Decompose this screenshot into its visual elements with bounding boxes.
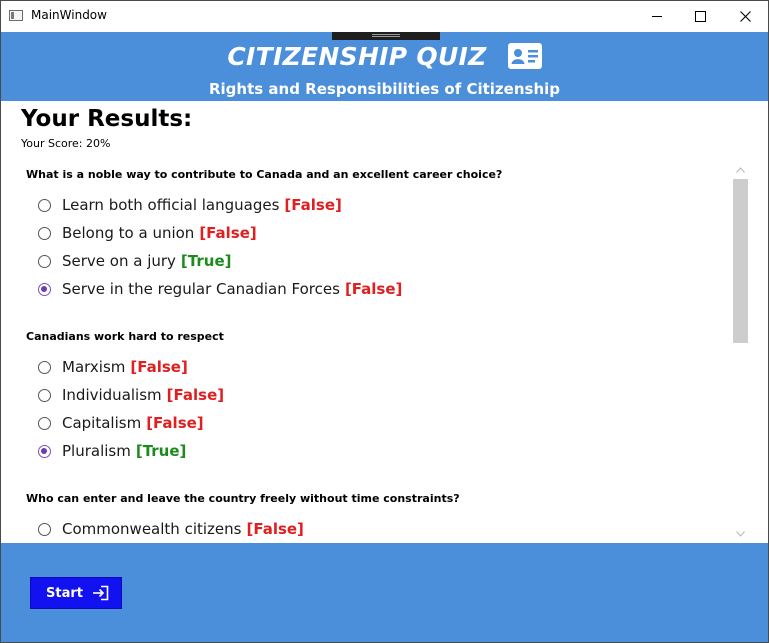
question-gap bbox=[19, 507, 751, 515]
answer-label: Capitalism bbox=[62, 414, 142, 432]
maximize-button[interactable] bbox=[677, 1, 723, 32]
close-button[interactable] bbox=[722, 1, 768, 32]
result-false-badge: [False] bbox=[344, 280, 403, 298]
radio-button-selected[interactable] bbox=[38, 444, 51, 458]
radio-button[interactable] bbox=[38, 522, 51, 536]
radio-button[interactable] bbox=[38, 254, 51, 268]
answer-label: Serve on a jury bbox=[62, 252, 176, 270]
results-heading: Your Results: bbox=[21, 106, 193, 132]
answer-option[interactable]: Pluralism [True] bbox=[19, 437, 751, 465]
questions-scroll-area[interactable]: What is a noble way to contribute to Can… bbox=[19, 161, 751, 542]
window-title: MainWindow bbox=[31, 8, 107, 22]
minimize-button[interactable] bbox=[634, 1, 680, 32]
question-gap bbox=[19, 183, 751, 191]
question-spacer bbox=[19, 309, 751, 323]
answer-option[interactable]: Learn both official languages [False] bbox=[19, 191, 751, 219]
vertical-scrollbar[interactable] bbox=[732, 161, 749, 542]
result-true-badge: [True] bbox=[180, 252, 232, 270]
quiz-subtitle: Rights and Responsibilities of Citizensh… bbox=[208, 80, 560, 98]
answer-label: Belong to a union bbox=[62, 224, 195, 242]
result-false-badge: [False] bbox=[130, 358, 188, 376]
question-gap bbox=[19, 345, 751, 353]
answer-option[interactable]: Belong to a union [False] bbox=[19, 219, 751, 247]
radio-button-selected[interactable] bbox=[38, 282, 51, 296]
radio-button[interactable] bbox=[38, 226, 51, 240]
result-false-badge: [False] bbox=[166, 386, 225, 404]
answer-option[interactable]: Serve in the regular Canadian Forces [Fal… bbox=[19, 275, 751, 303]
drag-handle[interactable] bbox=[332, 32, 440, 40]
radio-button[interactable] bbox=[38, 360, 51, 374]
radio-button[interactable] bbox=[38, 416, 51, 430]
id-card-icon bbox=[507, 43, 542, 69]
minimize-icon bbox=[651, 16, 662, 17]
question-block: Canadians work hard to respect Marxism [Fa… bbox=[19, 309, 751, 465]
scrollbar-thumb[interactable] bbox=[733, 179, 748, 343]
question-text: What is a noble way to contribute to Can… bbox=[26, 168, 503, 181]
radio-button[interactable] bbox=[38, 198, 51, 212]
question-list: What is a noble way to contribute to Can… bbox=[19, 161, 751, 542]
answer-label: Learn both official languages bbox=[62, 196, 280, 214]
radio-button[interactable] bbox=[38, 388, 51, 402]
main-window: MainWindow CITIZENSHIP QUIZ Rights and R… bbox=[0, 0, 769, 643]
close-icon bbox=[739, 11, 751, 22]
answer-option[interactable]: Individualism [False] bbox=[19, 381, 751, 409]
scroll-up-icon bbox=[736, 166, 745, 173]
question-text: Who can enter and leave the country free… bbox=[26, 492, 460, 505]
question-text: Canadians work hard to respect bbox=[26, 330, 224, 343]
scroll-down-button[interactable] bbox=[732, 525, 749, 542]
answer-option[interactable]: Serve on a jury [True] bbox=[19, 247, 751, 275]
result-false-badge: [False] bbox=[284, 196, 342, 214]
answer-label: Serve in the regular Canadian Forces bbox=[62, 280, 340, 298]
result-true-badge: [True] bbox=[135, 442, 187, 460]
question-block: What is a noble way to contribute to Can… bbox=[19, 161, 751, 303]
answer-option[interactable]: Marxism [False] bbox=[19, 353, 751, 381]
answer-label: Commonwealth citizens bbox=[62, 520, 242, 538]
result-false-badge: [False] bbox=[146, 414, 204, 432]
scroll-down-icon bbox=[736, 530, 745, 537]
scroll-up-button[interactable] bbox=[732, 161, 749, 178]
answer-option[interactable]: Commonwealth citizens [False] bbox=[19, 515, 751, 542]
maximize-icon bbox=[694, 11, 706, 22]
header-band: CITIZENSHIP QUIZ Rights and Responsibili… bbox=[1, 32, 768, 101]
result-false-badge: [False] bbox=[199, 224, 257, 242]
answer-label: Marxism bbox=[62, 358, 126, 376]
question-spacer bbox=[19, 471, 751, 485]
answer-option[interactable]: Capitalism [False] bbox=[19, 409, 751, 437]
start-button[interactable]: Start bbox=[30, 577, 122, 609]
question-block: Who can enter and leave the country free… bbox=[19, 471, 751, 542]
quiz-title: CITIZENSHIP QUIZ bbox=[1, 40, 768, 71]
score-text: Your Score: 20% bbox=[21, 137, 111, 150]
answer-label: Individualism bbox=[62, 386, 162, 404]
start-button-label: Start bbox=[46, 585, 83, 601]
quiz-title-text: CITIZENSHIP QUIZ bbox=[227, 41, 487, 71]
sign-in-icon bbox=[92, 585, 109, 601]
title-bar[interactable]: MainWindow bbox=[1, 1, 768, 32]
answer-label: Pluralism bbox=[62, 442, 131, 460]
footer-band: Start bbox=[1, 543, 768, 642]
app-icon bbox=[9, 10, 23, 21]
result-false-badge: [False] bbox=[246, 520, 304, 538]
